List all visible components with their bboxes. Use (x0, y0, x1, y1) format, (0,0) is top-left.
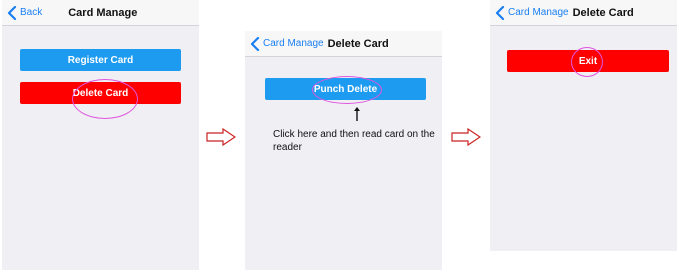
arrow-up-icon (354, 107, 360, 121)
back-label: Card Manage (263, 38, 324, 49)
arrow-right-icon (206, 128, 236, 146)
exit-button[interactable]: Exit (507, 50, 669, 72)
page-title: Delete Card (572, 6, 634, 19)
page-title: Card Manage (68, 6, 138, 19)
register-card-button[interactable]: Register Card (20, 49, 181, 71)
navbar: Card Manage Delete Card (245, 31, 442, 57)
navbar: Back Card Manage (2, 0, 199, 26)
navbar: Card Manage Delete Card (490, 0, 677, 26)
chevron-left-icon (7, 5, 17, 20)
chevron-left-icon (250, 36, 260, 51)
chevron-left-icon (495, 5, 505, 20)
back-button[interactable]: Back (6, 5, 43, 20)
exit-label: Exit (578, 55, 598, 67)
instruction-text: Click here and then read card on the rea… (273, 129, 435, 153)
back-label: Back (20, 7, 43, 18)
screen-card-manage: Back Card Manage Register Card Delete Ca… (2, 0, 199, 270)
back-button[interactable]: Card Manage (494, 5, 569, 20)
punch-delete-label: Punch Delete (313, 83, 378, 95)
page-title: Delete Card (327, 37, 389, 50)
delete-card-button[interactable]: Delete Card (20, 82, 181, 104)
tutorial-figure: Back Card Manage Register Card Delete Ca… (0, 0, 679, 275)
punch-delete-button[interactable]: Punch Delete (265, 78, 426, 100)
screen-delete-card-exit: Card Manage Delete Card Exit (490, 0, 677, 251)
delete-card-label: Delete Card (72, 87, 129, 99)
arrow-right-icon (451, 128, 481, 146)
screen-delete-card: Card Manage Delete Card Punch Delete Cli… (245, 31, 442, 270)
back-label: Card Manage (508, 7, 569, 18)
back-button[interactable]: Card Manage (249, 36, 324, 51)
register-card-label: Register Card (67, 54, 134, 66)
